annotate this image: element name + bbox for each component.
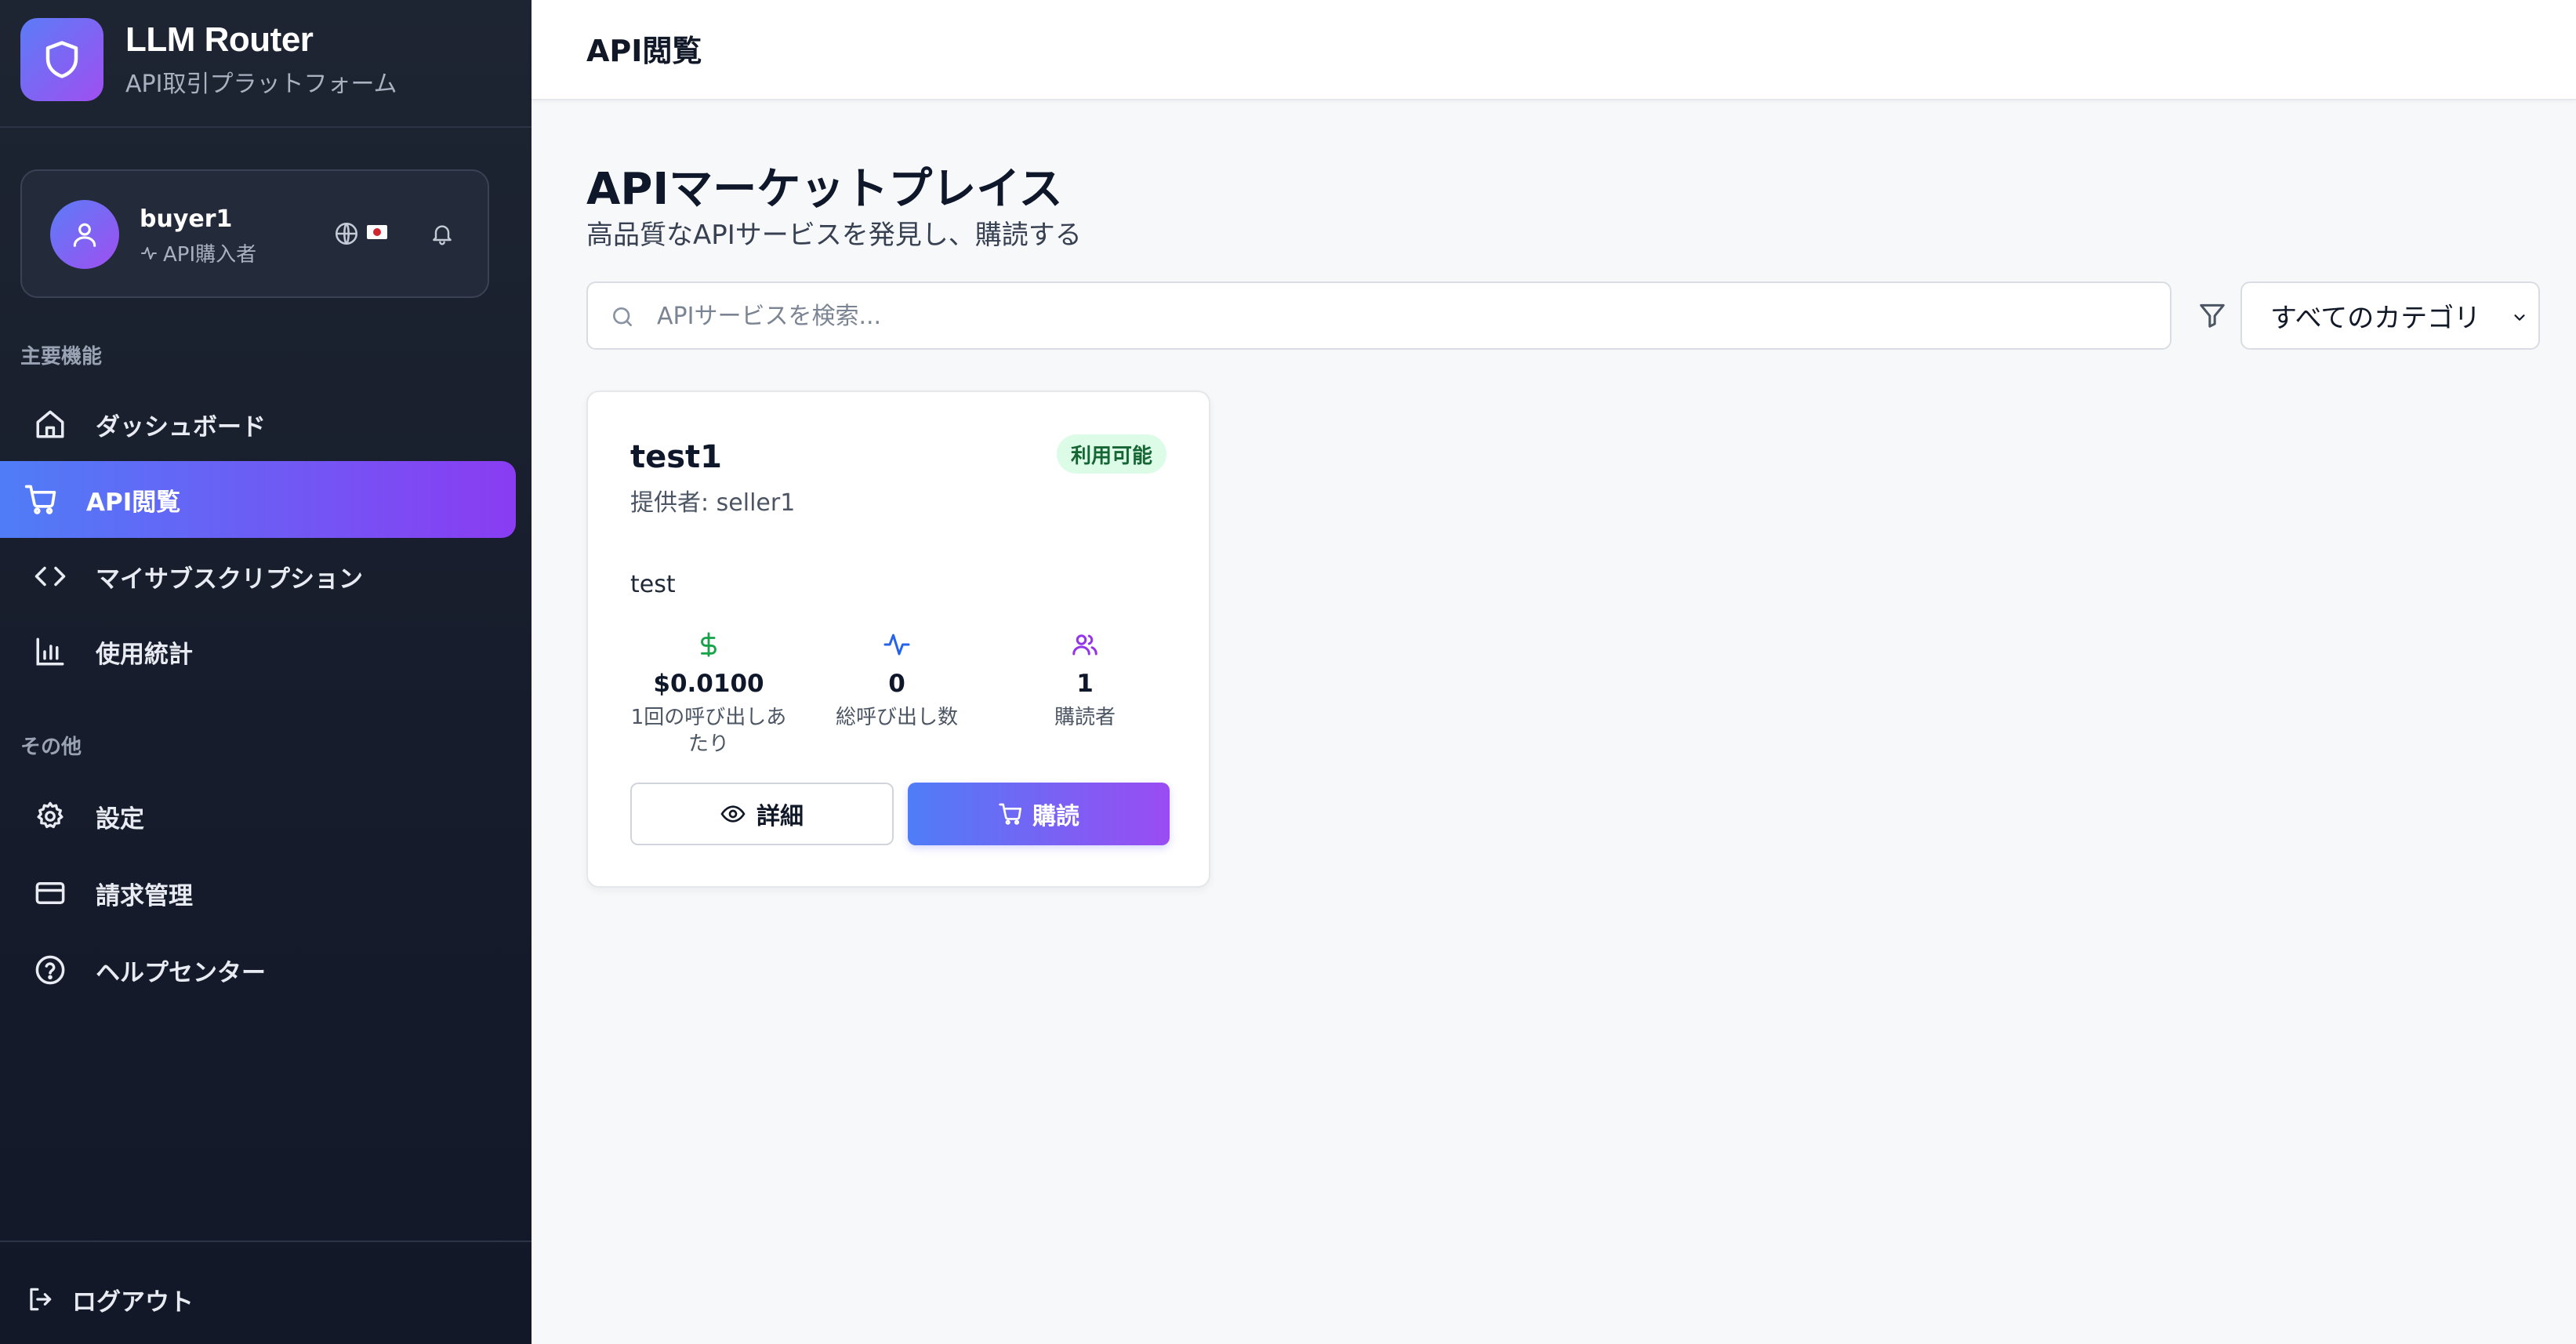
gear-icon bbox=[31, 797, 69, 835]
help-circle-icon bbox=[31, 951, 69, 989]
bar-chart-icon bbox=[31, 633, 69, 670]
brand[interactable]: LLM Router API取引プラットフォーム bbox=[20, 17, 397, 102]
dollar-icon bbox=[622, 629, 795, 660]
stat-price: $0.0100 1回の呼び出しあたり bbox=[622, 629, 795, 757]
avatar[interactable] bbox=[50, 200, 119, 269]
sidebar-item-help[interactable]: ヘルプセンター bbox=[0, 932, 517, 1008]
detail-button-label: 詳細 bbox=[756, 804, 804, 830]
logout-icon bbox=[25, 1284, 55, 1314]
logout-button[interactable]: ログアウト bbox=[25, 1277, 194, 1322]
category-select[interactable]: すべてのカテゴリ bbox=[2240, 282, 2540, 350]
sidebar-item-usage-stats[interactable]: 使用統計 bbox=[0, 613, 517, 690]
sidebar-item-billing[interactable]: 請求管理 bbox=[0, 855, 517, 932]
api-card-provider: 提供者: seller1 bbox=[630, 489, 796, 517]
user-role: API購入者 bbox=[140, 238, 256, 267]
sidebar-divider bbox=[0, 1240, 532, 1242]
search-box bbox=[586, 282, 2171, 350]
shield-logo-icon bbox=[20, 18, 103, 101]
globe-icon bbox=[333, 220, 360, 247]
api-card-description: test bbox=[630, 571, 676, 598]
sidebar-item-dashboard[interactable]: ダッシュボード bbox=[0, 386, 517, 463]
api-card: test1 提供者: seller1 利用可能 test $0.0100 1回の… bbox=[586, 390, 1210, 888]
user-name: buyer1 bbox=[140, 205, 233, 233]
stat-value: 1 bbox=[1076, 670, 1094, 698]
brand-title: LLM Router bbox=[125, 20, 314, 59]
language-button[interactable] bbox=[329, 216, 364, 251]
stat-value: 0 bbox=[888, 670, 905, 698]
logout-label: ログアウト bbox=[72, 1288, 194, 1317]
sidebar-item-label: 使用統計 bbox=[96, 640, 193, 669]
stat-total-calls: 0 総呼び出し数 bbox=[811, 629, 983, 731]
sidebar-item-label: 請求管理 bbox=[96, 881, 193, 910]
section-label-main: 主要機能 bbox=[20, 345, 103, 369]
page-subtitle: 高品質なAPIサービスを発見し、購読する bbox=[586, 220, 1082, 251]
sidebar-divider bbox=[0, 126, 532, 128]
sidebar: LLM Router API取引プラットフォーム buyer1 API購入者 主… bbox=[0, 0, 532, 1344]
cart-icon bbox=[22, 481, 60, 518]
credit-card-icon bbox=[31, 874, 69, 912]
home-icon bbox=[31, 405, 69, 443]
bell-icon bbox=[430, 221, 455, 246]
eye-icon bbox=[720, 801, 746, 826]
activity-icon bbox=[811, 629, 983, 660]
stat-label: 総呼び出し数 bbox=[835, 706, 958, 729]
code-icon bbox=[31, 558, 69, 595]
search-input[interactable] bbox=[657, 291, 2146, 341]
sidebar-item-label: ヘルプセンター bbox=[96, 958, 266, 987]
status-badge: 利用可能 bbox=[1057, 434, 1167, 474]
search-icon bbox=[607, 301, 638, 332]
filter-icon[interactable] bbox=[2193, 296, 2231, 334]
sidebar-item-label: ダッシュボード bbox=[96, 412, 266, 441]
sidebar-item-settings[interactable]: 設定 bbox=[0, 778, 517, 855]
subscribe-button[interactable]: 購読 bbox=[908, 783, 1170, 845]
activity-icon bbox=[140, 244, 158, 263]
detail-button[interactable]: 詳細 bbox=[630, 783, 894, 845]
brand-subtitle: API取引プラットフォーム bbox=[125, 71, 397, 98]
stat-label: 1回の呼び出しあたり bbox=[630, 706, 787, 756]
sidebar-item-api-browse[interactable]: API閲覧 bbox=[0, 461, 516, 538]
user-role-label: API購入者 bbox=[163, 243, 257, 267]
category-select-value: すべてのカテゴリ bbox=[2270, 303, 2481, 334]
cart-icon bbox=[998, 801, 1023, 826]
sidebar-item-subscriptions[interactable]: マイサブスクリプション bbox=[0, 538, 517, 615]
chevron-down-icon bbox=[2509, 307, 2531, 329]
page-title: APIマーケットプレイス bbox=[586, 164, 1063, 215]
section-label-other: その他 bbox=[20, 736, 82, 759]
sidebar-item-label: API閲覧 bbox=[86, 488, 181, 517]
topbar-title: API閲覧 bbox=[586, 34, 702, 68]
subscribe-button-label: 購読 bbox=[1032, 804, 1079, 830]
stat-value: $0.0100 bbox=[653, 670, 764, 698]
japan-flag-icon[interactable] bbox=[367, 225, 387, 239]
notification-button[interactable] bbox=[423, 215, 461, 252]
users-icon bbox=[999, 629, 1171, 660]
topbar: API閲覧 bbox=[532, 0, 2576, 100]
stat-subscribers: 1 購読者 bbox=[999, 629, 1171, 731]
sidebar-item-label: 設定 bbox=[96, 805, 144, 834]
sidebar-item-label: マイサブスクリプション bbox=[96, 565, 363, 594]
stat-label: 購読者 bbox=[1054, 706, 1116, 729]
user-card: buyer1 API購入者 bbox=[20, 169, 489, 298]
api-card-title: test1 bbox=[630, 439, 723, 475]
